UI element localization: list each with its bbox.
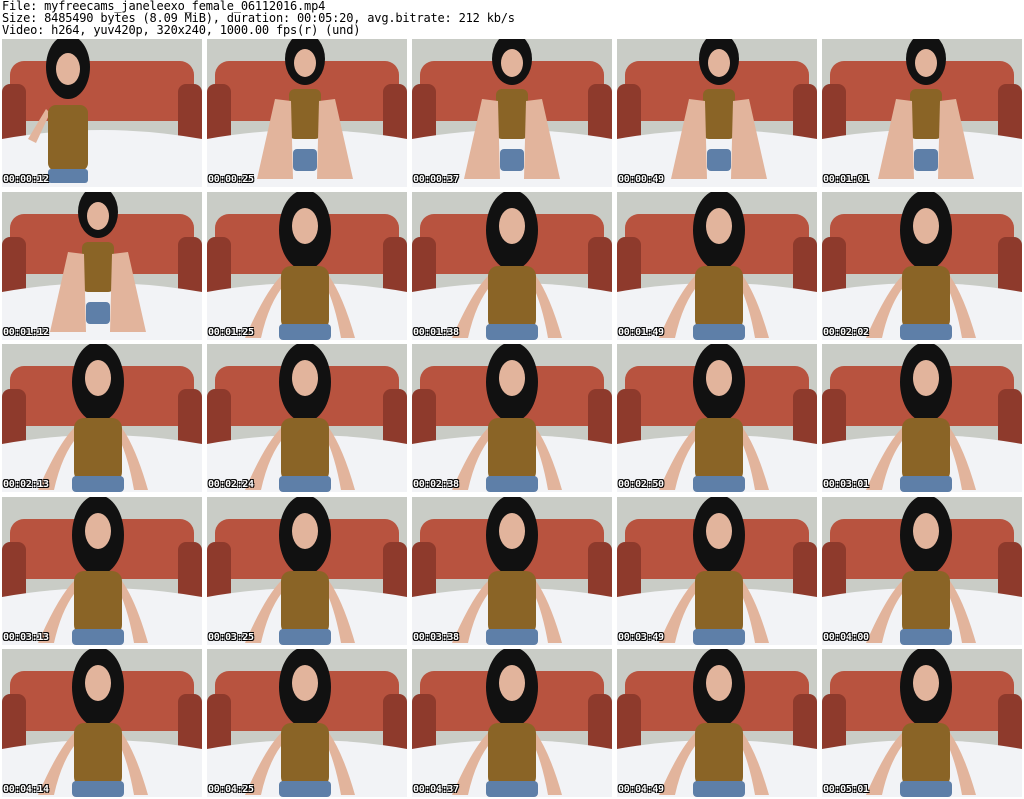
frame-timestamp: 00:02:50 [618, 479, 664, 490]
frame-image [2, 649, 202, 797]
frame-timestamp: 00:03:49 [618, 631, 664, 643]
frame-timestamp: 00:04:25 [208, 784, 254, 795]
thumbnail-grid: 00:00:12 00:00:25 00:00:37 00:00:49 00:01:01… [2, 39, 1022, 797]
frame-timestamp: 00:04:14 [3, 784, 49, 795]
frame-image [822, 649, 1022, 797]
frame-timestamp: 00:03:38 [413, 631, 459, 643]
frame-image [412, 649, 612, 797]
frame-timestamp: 00:03:01 [823, 479, 869, 490]
frame-timestamp: 00:01:01 [823, 174, 869, 185]
frame-image [617, 191, 817, 340]
frame-timestamp: 00:03:13 [3, 631, 49, 643]
frame-image [2, 39, 202, 187]
frame-timestamp: 00:02:02 [823, 326, 869, 338]
frame-timestamp: 00:04:00 [823, 631, 869, 643]
frame-timestamp: 00:02:13 [3, 479, 49, 490]
video-frame-thumbnail: 00:01:38 [412, 191, 612, 340]
video-frame-thumbnail: 00:01:01 [822, 39, 1022, 187]
frame-image [412, 496, 612, 645]
frame-timestamp: 00:01:49 [618, 326, 664, 338]
frame-image [617, 649, 817, 797]
frame-timestamp: 00:01:25 [208, 326, 254, 338]
video-frame-thumbnail: 00:00:12 [2, 39, 202, 187]
video-frame-thumbnail: 00:03:25 [207, 496, 407, 645]
video-frame-thumbnail: 00:02:50 [617, 344, 817, 492]
video-frame-thumbnail: 00:03:49 [617, 496, 817, 645]
video-frame-thumbnail: 00:00:49 [617, 39, 817, 187]
video-info-line: Video: h264, yuv420p, 320x240, 1000.00 f… [2, 23, 361, 37]
video-frame-thumbnail: 00:04:25 [207, 649, 407, 797]
video-frame-thumbnail: 00:00:25 [207, 39, 407, 187]
video-frame-thumbnail: 00:01:25 [207, 191, 407, 340]
frame-image [2, 191, 202, 340]
video-frame-thumbnail: 00:03:01 [822, 344, 1022, 492]
frame-image [822, 344, 1022, 492]
video-frame-thumbnail: 00:05:01 [822, 649, 1022, 797]
video-frame-thumbnail: 00:04:00 [822, 496, 1022, 645]
video-frame-thumbnail: 00:02:02 [822, 191, 1022, 340]
frame-image [822, 496, 1022, 645]
frame-timestamp: 00:03:25 [208, 631, 254, 643]
video-frame-thumbnail: 00:02:24 [207, 344, 407, 492]
video-frame-thumbnail: 00:00:37 [412, 39, 612, 187]
info-header: File: myfreecams_janeleexo_female_061120… [2, 0, 1022, 36]
frame-image [617, 496, 817, 645]
video-frame-thumbnail: 00:04:37 [412, 649, 612, 797]
frame-image [2, 344, 202, 492]
video-frame-thumbnail: 00:03:38 [412, 496, 612, 645]
frame-timestamp: 00:01:12 [3, 326, 49, 338]
frame-image [207, 344, 407, 492]
frame-timestamp: 00:00:37 [413, 174, 459, 185]
frame-image [412, 344, 612, 492]
frame-image [412, 191, 612, 340]
frame-timestamp: 00:02:38 [413, 479, 459, 490]
frame-timestamp: 00:04:49 [618, 784, 664, 795]
frame-image [207, 496, 407, 645]
video-frame-thumbnail: 00:04:14 [2, 649, 202, 797]
frame-timestamp: 00:00:49 [618, 174, 664, 185]
video-frame-thumbnail: 00:01:12 [2, 191, 202, 340]
frame-image [822, 191, 1022, 340]
frame-image [207, 191, 407, 340]
video-frame-thumbnail: 00:04:49 [617, 649, 817, 797]
frame-timestamp: 00:02:24 [208, 479, 254, 490]
video-frame-thumbnail: 00:01:49 [617, 191, 817, 340]
video-frame-thumbnail: 00:02:13 [2, 344, 202, 492]
frame-image [617, 39, 817, 187]
frame-timestamp: 00:00:12 [3, 174, 49, 185]
frame-image [2, 496, 202, 645]
frame-image [412, 39, 612, 187]
frame-timestamp: 00:01:38 [413, 326, 459, 338]
frame-image [207, 39, 407, 187]
frame-image [822, 39, 1022, 187]
frame-timestamp: 00:04:37 [413, 784, 459, 795]
frame-image [617, 344, 817, 492]
frame-image [207, 649, 407, 797]
video-frame-thumbnail: 00:03:13 [2, 496, 202, 645]
video-frame-thumbnail: 00:02:38 [412, 344, 612, 492]
frame-timestamp: 00:05:01 [823, 784, 869, 795]
frame-timestamp: 00:00:25 [208, 174, 254, 185]
